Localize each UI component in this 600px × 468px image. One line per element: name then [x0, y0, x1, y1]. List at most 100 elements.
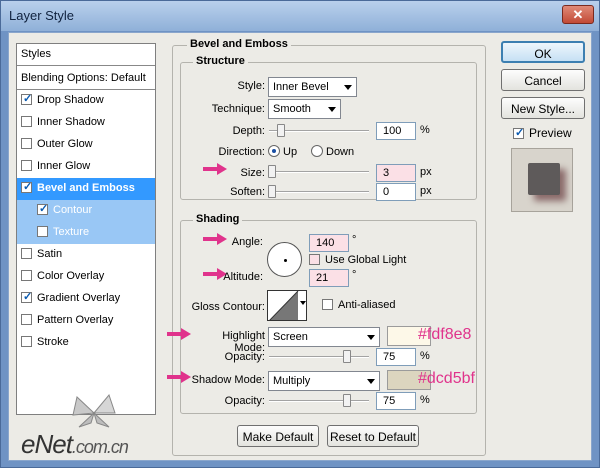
checkbox-checked-icon[interactable] — [37, 202, 48, 215]
direction-down-label: Down — [326, 146, 355, 158]
style-item-gradient-overlay[interactable]: Gradient Overlay — [17, 288, 155, 310]
direction-up-label: Up — [283, 146, 298, 158]
soften-label: Soften: — [230, 186, 265, 198]
use-global-light-label: Use Global Light — [325, 254, 407, 266]
style-item-label: Inner Glow — [37, 160, 91, 172]
highlight-mode-select[interactable]: Screen — [268, 327, 380, 347]
style-item-inner-shadow[interactable]: Inner Shadow — [17, 112, 155, 134]
chevron-down-icon — [344, 85, 352, 90]
size-slider[interactable] — [269, 171, 369, 173]
checkbox-checked-icon[interactable] — [21, 180, 32, 193]
shadow-hex-annotation: #dcd5bf — [418, 370, 475, 387]
style-item-label: Pattern Overlay — [37, 314, 114, 326]
new-style-button[interactable]: New Style... — [501, 97, 585, 119]
angle-unit: ° — [352, 234, 357, 246]
soften-slider[interactable] — [269, 191, 369, 193]
title-bar: Layer Style ✕ — [1, 1, 599, 31]
highlight-opacity-slider[interactable] — [269, 356, 369, 358]
anti-aliased-checkbox[interactable]: Anti-aliased — [322, 299, 395, 311]
checkbox-icon[interactable] — [21, 336, 32, 347]
altitude-input[interactable]: 21 — [309, 269, 349, 287]
style-preview — [511, 148, 573, 212]
style-item-outer-glow[interactable]: Outer Glow — [17, 134, 155, 156]
style-item-label: Color Overlay — [37, 270, 105, 282]
style-item-color-overlay[interactable]: Color Overlay — [17, 266, 155, 288]
style-select[interactable]: Inner Bevel — [268, 77, 357, 97]
checkbox-checked-icon[interactable] — [21, 92, 32, 105]
chevron-down-icon[interactable] — [300, 301, 306, 305]
size-unit: px — [420, 166, 432, 178]
shadow-opacity-unit: % — [420, 394, 430, 406]
shadow-opacity-input[interactable]: 75 — [376, 392, 416, 410]
pink-arrow-icon — [167, 371, 191, 383]
structure-title: Structure — [193, 55, 248, 67]
style-item-texture[interactable]: Texture — [17, 222, 155, 244]
checkbox-icon[interactable] — [21, 248, 32, 259]
make-default-button[interactable]: Make Default — [237, 425, 319, 447]
style-item-label: Satin — [37, 248, 63, 260]
reset-to-default-button[interactable]: Reset to Default — [327, 425, 419, 447]
style-item-contour[interactable]: Contour — [17, 200, 155, 222]
checkbox-icon[interactable] — [21, 138, 32, 149]
enet-watermark: eNet.com.cn — [21, 429, 129, 460]
shadow-opacity-slider[interactable] — [269, 400, 369, 402]
checkbox-checked-icon[interactable] — [21, 290, 32, 303]
style-item-bevel-and-emboss[interactable]: Bevel and Emboss — [17, 178, 155, 200]
depth-input[interactable]: 100 — [376, 122, 416, 140]
technique-select[interactable]: Smooth — [268, 99, 341, 119]
use-global-light-checkbox[interactable]: Use Global Light — [309, 254, 406, 266]
styles-list: Styles Blending Options: Default Drop Sh… — [16, 43, 156, 415]
style-item-label: Drop Shadow — [37, 94, 104, 106]
angle-input[interactable]: 140 — [309, 234, 349, 252]
direction-up-radio[interactable]: Up — [268, 145, 297, 158]
checkbox-icon — [309, 254, 320, 265]
highlight-opacity-input[interactable]: 75 — [376, 348, 416, 366]
preview-checkbox[interactable]: Preview — [513, 126, 572, 140]
watermark-brand: eNet — [21, 429, 73, 459]
pink-arrow-icon — [167, 328, 191, 340]
soften-input[interactable]: 0 — [376, 183, 416, 201]
window-title: Layer Style — [9, 8, 75, 23]
dialog-client: Styles Blending Options: Default Drop Sh… — [8, 32, 592, 461]
styles-header[interactable]: Styles — [17, 44, 155, 66]
ok-button[interactable]: OK — [501, 41, 585, 63]
checkbox-icon[interactable] — [37, 226, 48, 237]
highlight-opacity-thumb[interactable] — [343, 350, 351, 363]
style-item-satin[interactable]: Satin — [17, 244, 155, 266]
direction-down-radio[interactable]: Down — [311, 145, 354, 158]
soften-slider-thumb[interactable] — [268, 185, 276, 198]
radio-icon — [311, 145, 323, 157]
size-label: Size: — [240, 167, 265, 179]
highlight-opacity-unit: % — [420, 350, 430, 362]
checkbox-icon[interactable] — [21, 270, 32, 281]
altitude-unit: ° — [352, 269, 357, 281]
gloss-contour-label: Gloss Contour: — [191, 301, 265, 313]
close-button[interactable]: ✕ — [562, 5, 594, 24]
checkbox-icon[interactable] — [21, 116, 32, 127]
style-item-stroke[interactable]: Stroke — [17, 332, 155, 354]
style-item-pattern-overlay[interactable]: Pattern Overlay — [17, 310, 155, 332]
shadow-opacity-thumb[interactable] — [343, 394, 351, 407]
cancel-button[interactable]: Cancel — [501, 69, 585, 91]
technique-label: Technique: — [211, 103, 265, 115]
size-slider-thumb[interactable] — [268, 165, 276, 178]
chevron-down-icon — [367, 335, 375, 340]
preview-label: Preview — [529, 126, 572, 140]
anti-aliased-label: Anti-aliased — [338, 299, 396, 311]
checkbox-icon[interactable] — [21, 314, 32, 325]
depth-slider-thumb[interactable] — [277, 124, 285, 137]
checkbox-icon[interactable] — [21, 160, 32, 171]
style-item-inner-glow[interactable]: Inner Glow — [17, 156, 155, 178]
highlight-opacity-label: Opacity: — [224, 351, 265, 363]
angle-dial[interactable] — [267, 242, 302, 277]
gloss-contour-picker[interactable] — [267, 290, 307, 321]
chevron-down-icon — [328, 107, 336, 112]
style-item-label: Inner Shadow — [37, 116, 105, 128]
shadow-mode-value: Multiply — [273, 375, 311, 387]
angle-dial-center — [284, 259, 287, 262]
size-input[interactable]: 3 — [376, 164, 416, 182]
shadow-mode-select[interactable]: Multiply — [268, 371, 380, 391]
radio-selected-icon — [268, 145, 280, 157]
style-item-drop-shadow[interactable]: Drop Shadow — [17, 90, 155, 112]
blending-options-item[interactable]: Blending Options: Default — [17, 68, 155, 90]
